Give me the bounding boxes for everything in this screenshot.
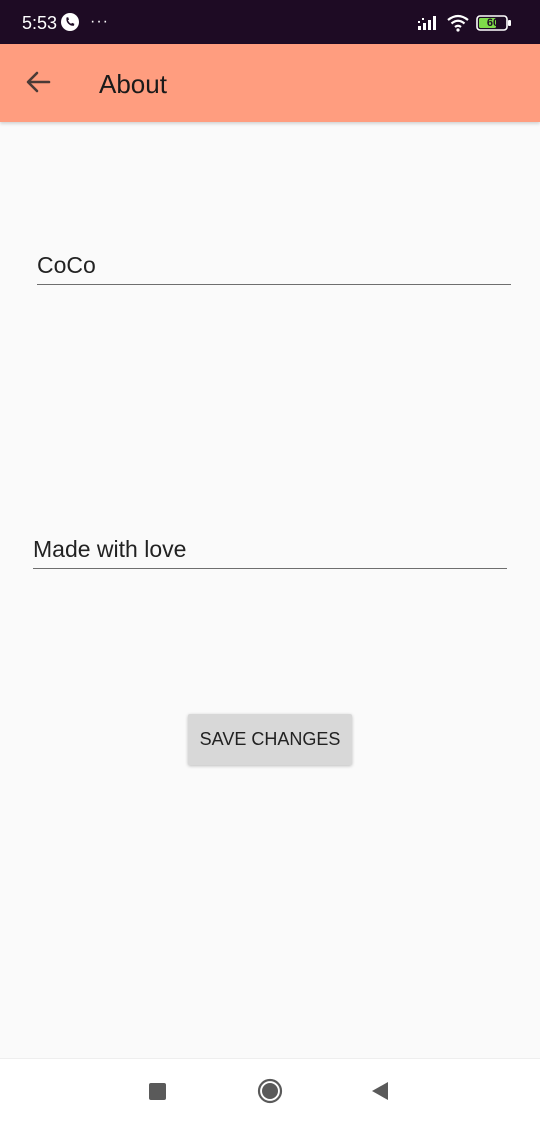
recents-square-icon[interactable]	[149, 1083, 166, 1100]
name-field[interactable]	[37, 252, 511, 285]
signal-icon	[418, 16, 440, 30]
app-bar: About	[0, 44, 540, 122]
home-circle-icon[interactable]	[257, 1078, 283, 1104]
about-field[interactable]	[33, 536, 507, 569]
back-triangle-icon[interactable]	[370, 1081, 390, 1101]
arrow-left-icon	[25, 71, 51, 98]
status-time: 5:53	[22, 13, 58, 33]
status-bar: 5:53 ··· 60	[0, 0, 540, 44]
call-icon	[60, 12, 80, 32]
navigation-bar	[0, 1058, 540, 1124]
battery-level: 60	[486, 17, 500, 29]
more-icon: ···	[90, 13, 109, 30]
wifi-icon	[446, 13, 470, 33]
save-changes-button[interactable]: SAVE CHANGES	[188, 714, 352, 765]
back-button[interactable]	[18, 64, 58, 104]
page-title: About	[99, 69, 167, 99]
